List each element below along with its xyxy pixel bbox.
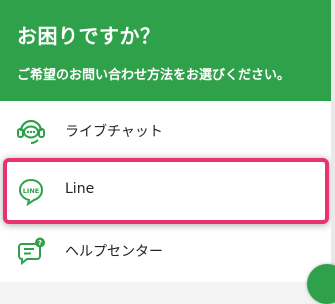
panel-header: お困りですか？ ご希望のお問い合わせ方法をお選びください。 [0, 0, 331, 101]
line-icon-text: LINE [23, 187, 39, 195]
option-line-label: Line [65, 181, 95, 197]
svg-text:?: ? [38, 239, 42, 247]
panel-subtitle: ご希望のお問い合わせ方法をお選びください。 [17, 68, 291, 83]
option-help-center-label: ヘルプセンター [65, 244, 163, 260]
chat-headset-icon [16, 116, 46, 146]
option-line[interactable]: LINE Line [0, 161, 331, 221]
option-live-chat[interactable]: ライブチャット [0, 101, 331, 161]
panel-title: お困りですか？ [17, 24, 161, 48]
line-icon: LINE [16, 176, 46, 207]
option-help-center[interactable]: ? ヘルプセンター [0, 221, 331, 281]
chat-launcher-button[interactable] [307, 264, 335, 304]
page-edge [331, 0, 335, 282]
option-live-chat-label: ライブチャット [65, 124, 163, 140]
help-center-icon: ? [16, 236, 46, 266]
contact-panel: お困りですか？ ご希望のお問い合わせ方法をお選びください。 ライブチャット LI… [0, 0, 331, 282]
